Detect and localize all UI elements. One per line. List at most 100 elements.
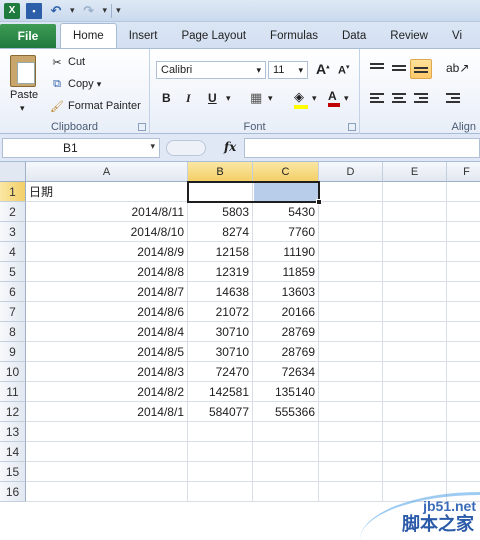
clipboard-launcher-icon[interactable] [138, 123, 146, 131]
cell-b1[interactable] [188, 182, 253, 202]
cell-d11[interactable] [319, 382, 383, 402]
cell-c9[interactable]: 28769 [253, 342, 319, 362]
select-all-corner[interactable] [0, 162, 26, 182]
cell-c7[interactable]: 20166 [253, 302, 319, 322]
row-header[interactable]: 7 [0, 302, 26, 322]
cell-b15[interactable] [188, 462, 253, 482]
font-size-select[interactable]: 11 ▾ [268, 61, 308, 79]
cell-f11[interactable] [447, 382, 480, 402]
cell-b12[interactable]: 584077 [188, 402, 253, 422]
fill-color-icon[interactable]: ◈ [294, 89, 308, 109]
align-top-icon[interactable] [370, 63, 384, 75]
cell-d13[interactable] [319, 422, 383, 442]
cell-a7[interactable]: 2014/8/6 [26, 302, 188, 322]
tab-data[interactable]: Data [330, 24, 378, 48]
row-header[interactable]: 13 [0, 422, 26, 442]
cell-c4[interactable]: 11190 [253, 242, 319, 262]
formula-input[interactable] [244, 138, 480, 158]
cell-a3[interactable]: 2014/8/10 [26, 222, 188, 242]
cell-f6[interactable] [447, 282, 480, 302]
cell-f9[interactable] [447, 342, 480, 362]
row-header[interactable]: 11 [0, 382, 26, 402]
cell-e10[interactable] [383, 362, 447, 382]
cell-c15[interactable] [253, 462, 319, 482]
cell-d10[interactable] [319, 362, 383, 382]
underline-button[interactable]: U [208, 91, 217, 105]
align-left-icon[interactable] [370, 93, 384, 105]
cell-f5[interactable] [447, 262, 480, 282]
cell-b9[interactable]: 30710 [188, 342, 253, 362]
cell-e15[interactable] [383, 462, 447, 482]
tab-file[interactable]: File [0, 24, 56, 48]
cell-e9[interactable] [383, 342, 447, 362]
row-header[interactable]: 5 [0, 262, 26, 282]
align-center-icon[interactable] [392, 93, 406, 105]
cell-a6[interactable]: 2014/8/7 [26, 282, 188, 302]
tab-view[interactable]: Vi [440, 24, 462, 48]
italic-button[interactable]: I [186, 91, 191, 106]
borders-icon[interactable]: ▦ [250, 90, 262, 106]
fill-color-dropdown-icon[interactable]: ▾ [312, 93, 317, 104]
column-header-f[interactable]: F [447, 162, 480, 182]
font-launcher-icon[interactable] [348, 123, 356, 131]
cell-e13[interactable] [383, 422, 447, 442]
tab-formulas[interactable]: Formulas [258, 24, 330, 48]
cell-f8[interactable] [447, 322, 480, 342]
cell-b16[interactable] [188, 482, 253, 502]
row-header[interactable]: 16 [0, 482, 26, 502]
row-header[interactable]: 2 [0, 202, 26, 222]
cell-c11[interactable]: 135140 [253, 382, 319, 402]
cell-d14[interactable] [319, 442, 383, 462]
grow-font-button[interactable]: A▴ [316, 61, 330, 77]
paste-icon[interactable] [10, 55, 36, 87]
cell-e14[interactable] [383, 442, 447, 462]
cell-e12[interactable] [383, 402, 447, 422]
cell-a14[interactable] [26, 442, 188, 462]
cell-a12[interactable]: 2014/8/1 [26, 402, 188, 422]
cell-f15[interactable] [447, 462, 480, 482]
column-header-b[interactable]: B [188, 162, 253, 182]
cell-a10[interactable]: 2014/8/3 [26, 362, 188, 382]
cell-d1[interactable] [319, 182, 383, 202]
cell-f14[interactable] [447, 442, 480, 462]
format-painter-button[interactable]: 🖌 Format Painter [50, 99, 141, 113]
cell-c14[interactable] [253, 442, 319, 462]
cell-c16[interactable] [253, 482, 319, 502]
undo-icon[interactable]: ↶ [48, 3, 64, 19]
tab-insert[interactable]: Insert [117, 24, 170, 48]
cell-a5[interactable]: 2014/8/8 [26, 262, 188, 282]
borders-dropdown-icon[interactable]: ▾ [268, 93, 273, 104]
cell-d3[interactable] [319, 222, 383, 242]
cell-e3[interactable] [383, 222, 447, 242]
font-size-dropdown-icon[interactable]: ▾ [298, 65, 303, 76]
tab-page-layout[interactable]: Page Layout [169, 24, 258, 48]
cell-b5[interactable]: 12319 [188, 262, 253, 282]
cell-e8[interactable] [383, 322, 447, 342]
cell-a13[interactable] [26, 422, 188, 442]
row-header[interactable]: 14 [0, 442, 26, 462]
cell-c2[interactable]: 5430 [253, 202, 319, 222]
cell-a4[interactable]: 2014/8/9 [26, 242, 188, 262]
cell-f2[interactable] [447, 202, 480, 222]
cell-f4[interactable] [447, 242, 480, 262]
worksheet-grid[interactable]: A B C D E F 1 日期 2 2014/8/11 5803 5430 3 2014/8/10 827… [0, 162, 480, 540]
cell-c12[interactable]: 555366 [253, 402, 319, 422]
underline-dropdown-icon[interactable]: ▾ [226, 93, 231, 104]
row-header[interactable]: 12 [0, 402, 26, 422]
cell-a2[interactable]: 2014/8/11 [26, 202, 188, 222]
cell-c13[interactable] [253, 422, 319, 442]
copy-button[interactable]: ⧉ Copy ▾ [50, 77, 101, 91]
row-header[interactable]: 8 [0, 322, 26, 342]
cell-f10[interactable] [447, 362, 480, 382]
align-bottom-icon[interactable] [414, 67, 428, 79]
font-name-dropdown-icon[interactable]: ▾ [256, 65, 261, 76]
paste-dropdown-icon[interactable]: ▾ [20, 103, 25, 114]
row-header[interactable]: 15 [0, 462, 26, 482]
undo-dropdown-icon[interactable]: ▾ [70, 5, 75, 16]
cell-a15[interactable] [26, 462, 188, 482]
cell-d8[interactable] [319, 322, 383, 342]
save-icon[interactable]: ▪ [26, 2, 42, 19]
cell-b11[interactable]: 142581 [188, 382, 253, 402]
cell-d7[interactable] [319, 302, 383, 322]
cell-a16[interactable] [26, 482, 188, 502]
